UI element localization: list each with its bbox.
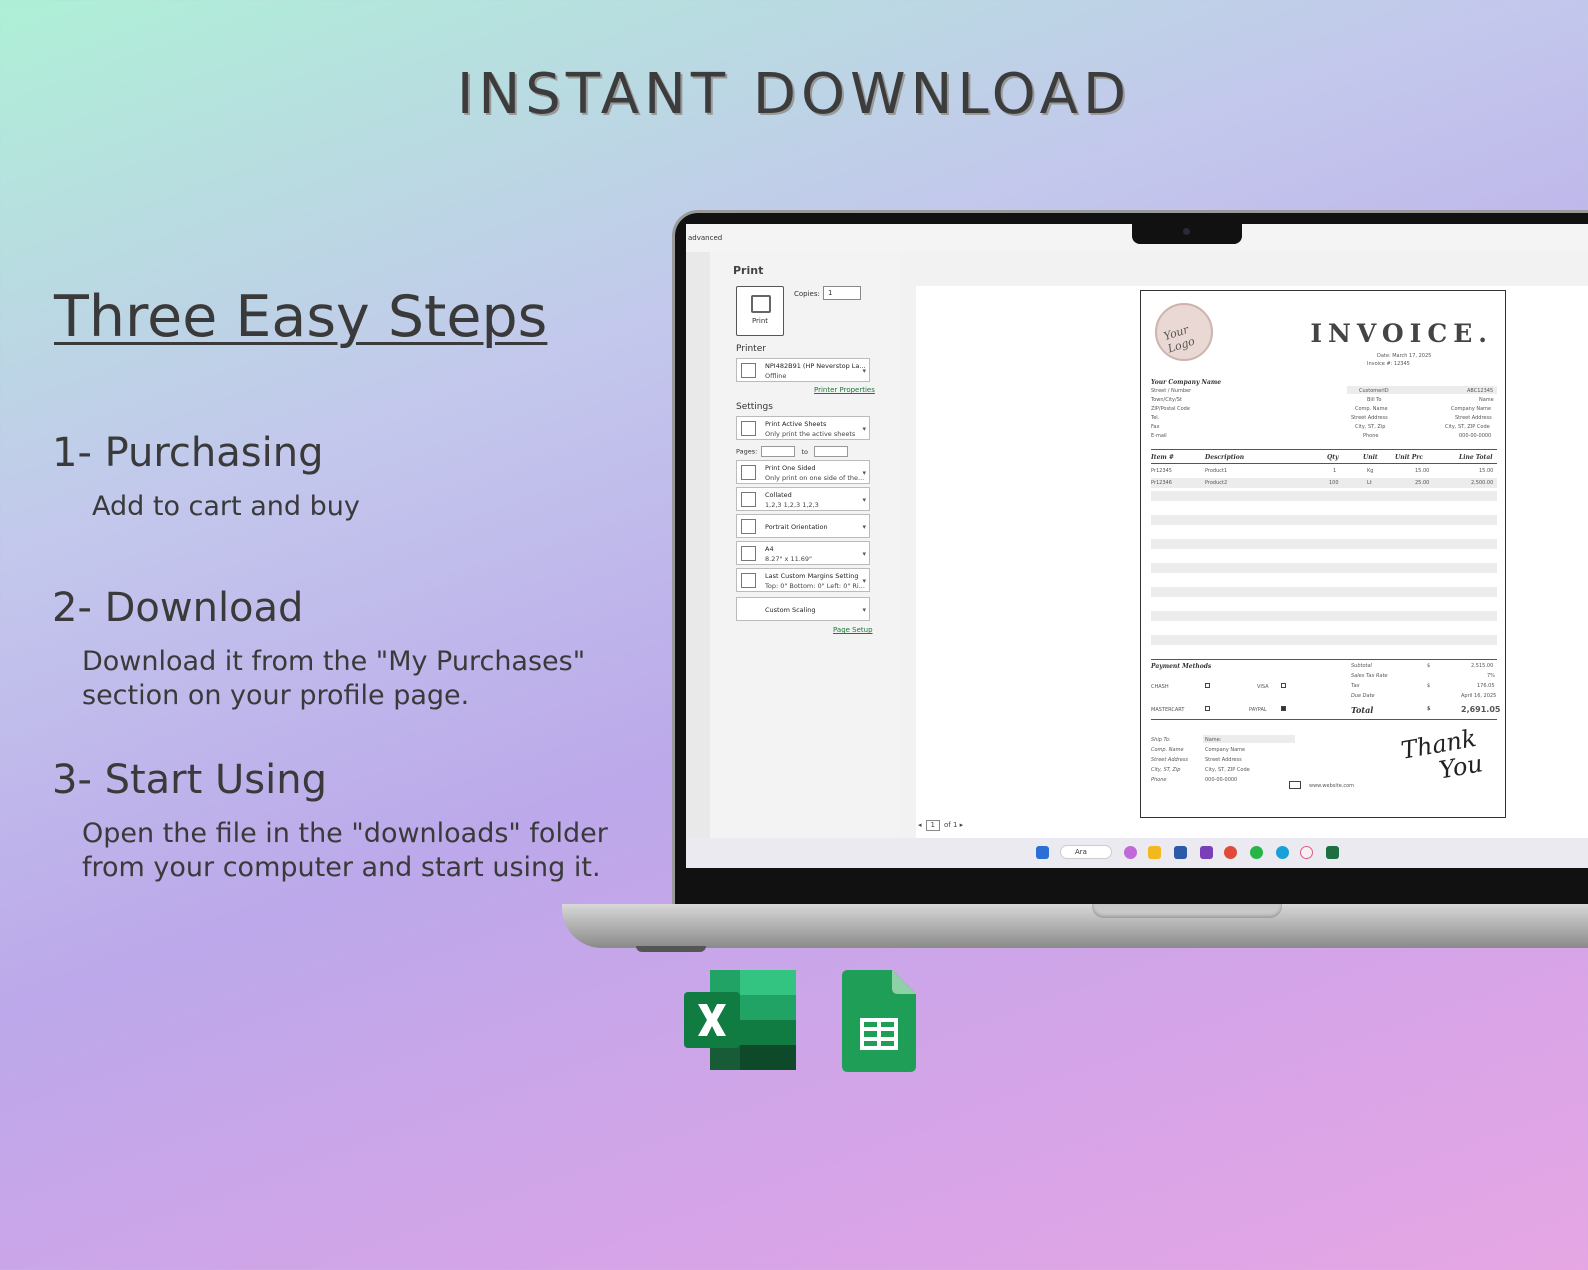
checkbox [1205, 706, 1210, 711]
next-page-icon[interactable]: ▸ [960, 821, 964, 829]
checkbox [1205, 683, 1210, 688]
company-logo: Your Logo [1155, 303, 1213, 361]
company-name: Your Company Name [1151, 379, 1222, 386]
page-icon [741, 465, 756, 480]
pages-label: Pages: to [736, 446, 849, 457]
page-setup-link[interactable]: Page Setup [833, 626, 873, 634]
chevron-down-icon: ▾ [862, 367, 866, 375]
invoice-page: Your Logo INVOICE. Date: March 17, 2025 … [1140, 290, 1506, 818]
excel-taskbar-icon[interactable] [1326, 846, 1339, 859]
chevron-down-icon: ▾ [862, 550, 866, 558]
backstage-nav [686, 252, 710, 838]
checkbox-checked [1281, 706, 1286, 711]
step-title: 1- Purchasing [52, 430, 324, 476]
chevron-down-icon: ▾ [862, 425, 866, 433]
invoice-title: INVOICE. [1310, 319, 1493, 348]
setting-collation[interactable]: Collated 1,2,3 1,2,3 1,2,3 ▾ [736, 487, 870, 511]
page-number-input[interactable]: 1 [925, 820, 940, 831]
chevron-down-icon: ▾ [862, 496, 866, 504]
chevron-down-icon: ▾ [862, 577, 866, 585]
payment-methods-title: Payment Methods [1151, 663, 1212, 670]
step-description: Download it from the "My Purchases" secti… [82, 646, 586, 711]
step-3: 3- Start Using Open the file in the "dow… [52, 757, 608, 885]
chevron-down-icon: ▾ [862, 469, 866, 477]
print-button[interactable]: Print [736, 286, 784, 336]
headline: INSTANT DOWNLOAD [456, 62, 1132, 127]
google-sheets-icon [842, 970, 916, 1072]
print-panel: Print Print Copies: 1 Printer NPI482B91 … [710, 252, 898, 838]
step-description: Add to cart and buy [92, 491, 360, 522]
portrait-icon [741, 519, 756, 534]
camera-notch [1132, 222, 1242, 244]
printer-label: Printer [736, 344, 766, 354]
step-title: 2- Download [52, 585, 304, 631]
print-title: Print [733, 264, 764, 277]
collate-icon [741, 492, 756, 507]
whatsapp-icon[interactable] [1250, 846, 1263, 859]
thank-you-signature: Thank You [1398, 723, 1485, 785]
setting-scaling[interactable]: Custom Scaling ▾ [736, 597, 870, 621]
step-1: 1- Purchasing Add to cart and buy [52, 430, 360, 524]
setting-orientation[interactable]: Portrait Orientation ▾ [736, 514, 870, 538]
printer-select[interactable]: NPI482B91 (HP Neverstop La... Offline ▾ [736, 358, 870, 382]
taskbar-search[interactable]: Ara [1060, 845, 1112, 859]
paper-icon [741, 546, 756, 561]
chevron-down-icon: ▾ [862, 606, 866, 614]
checkbox [1281, 683, 1286, 688]
store-icon[interactable] [1174, 846, 1187, 859]
copilot-icon[interactable] [1124, 846, 1137, 859]
excel-icon [684, 970, 796, 1070]
page-navigator: ◂ 1 of 1 ▸ [918, 820, 964, 831]
step-title: 3- Start Using [52, 757, 327, 803]
margins-icon [741, 573, 756, 588]
laptop-base [562, 904, 1588, 948]
settings-label: Settings [736, 402, 773, 412]
chrome-icon[interactable] [1224, 846, 1237, 859]
copies-label: Copies: [794, 290, 820, 298]
setting-sides[interactable]: Print One Sided Only print on one side of… [736, 460, 870, 484]
music-icon[interactable] [1300, 846, 1313, 859]
sheet-icon [741, 421, 756, 436]
setting-print-active-sheets[interactable]: Print Active Sheets Only print the active… [736, 416, 870, 440]
laptop-foot [636, 946, 706, 952]
website-icon [1289, 781, 1301, 789]
copies-input[interactable]: 1 [823, 286, 861, 300]
setting-margins[interactable]: Last Custom Margins Setting Top: 0" Botto… [736, 568, 870, 592]
setting-paper-size[interactable]: A4 8.27" x 11.69" ▾ [736, 541, 870, 565]
chevron-down-icon: ▾ [862, 523, 866, 531]
laptop-opening-lip [1092, 904, 1282, 918]
step-description: Open the file in the "downloads" folder f… [82, 818, 608, 883]
media-icon[interactable] [1200, 846, 1213, 859]
printer-properties-link[interactable]: Printer Properties [814, 386, 875, 394]
taskbar: Ara [686, 838, 1588, 868]
printer-icon [751, 295, 771, 313]
prev-page-icon[interactable]: ◂ [918, 821, 922, 829]
printer-icon [741, 363, 756, 378]
edge-icon[interactable] [1276, 846, 1289, 859]
laptop-screen: advanced Print Print Copies: 1 Printer N… [686, 224, 1588, 868]
start-icon[interactable] [1036, 846, 1049, 859]
steps-title: Three Easy Steps [54, 284, 548, 350]
folder-icon[interactable] [1148, 846, 1161, 859]
step-2: 2- Download Download it from the "My Pur… [52, 585, 585, 713]
